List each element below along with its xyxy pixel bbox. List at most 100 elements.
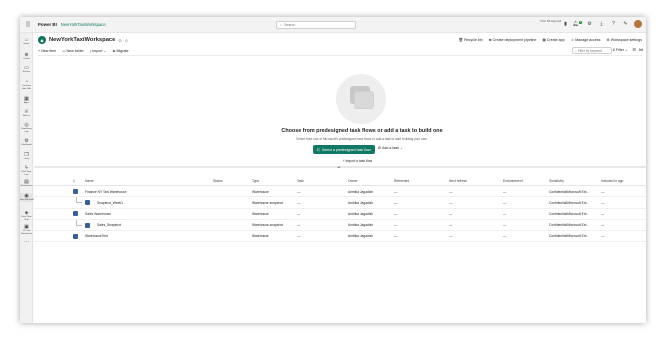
item-included: — (601, 212, 605, 217)
rail-label: Learn (23, 158, 30, 160)
brand-name[interactable]: Power BI (38, 22, 57, 27)
table-row[interactable]: Sales Warehouse Warehouse — Ambika Jagad… (34, 209, 646, 220)
column-header-included[interactable]: Included in app (601, 179, 623, 183)
item-name[interactable]: WarehouseTest (85, 234, 108, 238)
manage-access-button[interactable]: ☺ Manage access (571, 38, 601, 42)
app-window: ⠿ Power BI NewYorkTaxiWorkspace ⌕ Search… (20, 17, 646, 323)
import-task-flow-link[interactable]: ⤒ Import a task flow (343, 159, 372, 163)
page-title: NewYorkTaxiWorkspace (49, 37, 116, 43)
warehouse-icon (73, 211, 78, 217)
item-type: Warehouse (252, 189, 269, 194)
avatar[interactable] (634, 20, 642, 28)
item-sensitivity: Confidential\Microsoft Ext... (549, 189, 590, 194)
item-task: — (297, 234, 301, 239)
item-type: Warehouse (252, 212, 269, 217)
rail-label: Real-Time hub (21, 171, 32, 176)
rail-item-monitoring[interactable]: ◎ Monitoring hub (20, 122, 33, 133)
bell-icon[interactable]: 🔔︎ 1 (573, 20, 583, 28)
workspace-settings-button[interactable]: ⚙ Workspace settings (606, 38, 642, 42)
rail-item-workloads[interactable]: ⚙ Workloads (20, 138, 33, 147)
snapshot-icon (85, 222, 90, 228)
item-owner: Ambika Jagadish (348, 234, 374, 239)
rail-item-realtime-hub[interactable]: ◈ Real-Time Hub (20, 210, 33, 221)
panel-icon[interactable]: ▮ (562, 20, 569, 28)
column-header-status[interactable]: Status (213, 179, 222, 183)
table-row[interactable]: Snapshot_Week1 Warehouse snapshot — Ambi… (34, 197, 646, 209)
item-refreshed: — (394, 234, 398, 239)
item-refreshed: — (394, 223, 398, 228)
column-header-endorsement[interactable]: Endorsement (503, 179, 523, 183)
rail-item-metrics[interactable]: ♕ Metrics (20, 109, 33, 118)
new-item-button[interactable]: + New item (38, 49, 56, 53)
app-launcher-icon[interactable]: ⠿ (20, 17, 36, 33)
item-name[interactable]: Finance NY Taxi Warehouse (85, 190, 127, 194)
rail-label: Metrics (22, 115, 31, 117)
table-row[interactable]: WarehouseTest Warehouse — Ambika Jagadis… (34, 231, 646, 243)
table-row[interactable]: Finance NY Taxi Warehouse Warehouse — Am… (34, 186, 646, 198)
rail-item-workspaces[interactable]: ▤ Workspaces (20, 179, 33, 188)
migrate-button[interactable]: ⇋ Migrate (112, 49, 128, 53)
rail-item-datahub[interactable]: ◔ OneLake data hub (20, 79, 33, 90)
item-name[interactable]: Sales Warehouse (85, 212, 111, 216)
item-name[interactable]: Sales_Snapshot (97, 223, 121, 227)
column-header-next-refresh[interactable]: Next refresh (449, 179, 467, 183)
column-header-name[interactable]: Name (85, 179, 94, 183)
lineage-view-icon[interactable]: ⋈ (639, 47, 643, 52)
table-row[interactable]: Sales_Snapshot Warehouse snapshot — Ambi… (34, 219, 646, 231)
rail-item-current-workspace[interactable]: ◉ NewYorkTaxiWorkspace (20, 193, 44, 202)
item-sensitivity: Confidential\Microsoft Ext... (549, 212, 590, 217)
main-content: ◉ NewYorkTaxiWorkspace ⊙ ◇ 🗑︎ Recycle bin… (34, 33, 646, 323)
rail-item-home[interactable]: ⌂ Home (20, 37, 33, 46)
workspace-header: ◉ NewYorkTaxiWorkspace ⊙ ◇ (38, 36, 128, 44)
import-icon: ⤒ (343, 159, 345, 163)
column-header-type[interactable]: Type (252, 179, 259, 183)
drag-handle-icon[interactable]: ▴▾ (334, 165, 344, 169)
rail-item-browse[interactable]: ▭ Browse (20, 65, 33, 74)
new-folder-button[interactable]: ▭ New folder (62, 49, 84, 53)
download-icon[interactable]: ⤓ (598, 20, 605, 28)
topbar-icons: ▮ 🔔︎ 1 ⚙ ⤓ ? ✎ (562, 20, 642, 28)
import-button[interactable]: ⤓ Import ⌄ (90, 49, 107, 53)
column-header-sensitivity[interactable]: Sensitivity (549, 179, 564, 183)
item-included: — (601, 200, 605, 205)
import-task-flow-label: Import a task flow (345, 159, 373, 163)
column-header-refreshed[interactable]: Refreshed (394, 179, 409, 183)
rail-item-realtime[interactable]: ϟ Real-Time hub (20, 165, 33, 176)
items-table: ▯ Name Status Type Task Owner Refreshed … (34, 175, 646, 243)
diamond-icon[interactable]: ◇ (125, 38, 128, 43)
warehouse-icon (73, 188, 78, 194)
select-task-flow-button[interactable]: ⎘ Select a predesigned task flow (313, 145, 375, 154)
gear-icon[interactable]: ⚙ (586, 20, 593, 28)
breadcrumb[interactable]: NewYorkTaxiWorkspace (61, 22, 106, 27)
rail-item-learn[interactable]: ❐ Learn (20, 152, 33, 161)
panel-splitter[interactable]: ▴▾ (34, 165, 646, 169)
create-app-button[interactable]: ▦ Create app (542, 38, 564, 42)
rail-item-create[interactable]: ⊕ Create (20, 52, 33, 61)
list-view-icon[interactable]: ☰ (632, 47, 636, 52)
create-pipeline-button[interactable]: ⇆ Create deployment pipeline (489, 38, 537, 42)
item-type: Warehouse snapshot (252, 223, 284, 228)
filter-keyword-input[interactable]: ⌕ Filter by keyword (572, 47, 612, 54)
search-input[interactable]: ⌕ Search (276, 21, 356, 29)
item-endorsement: — (503, 189, 507, 194)
item-sensitivity: Confidential\Microsoft Ext... (549, 234, 590, 239)
trial-status: Trial: 58 days left (540, 19, 561, 23)
feedback-icon[interactable]: ✎ (622, 20, 629, 28)
rail-item-more[interactable]: ··· (20, 239, 33, 245)
rail-item-ny-warehouse[interactable]: ▣ NY Taxi Warehouse (20, 224, 33, 235)
item-sensitivity: Confidential\Microsoft Ext... (549, 223, 590, 228)
rail-label: Apps (24, 102, 29, 104)
filter-button[interactable]: ⊻ Filter ⌄ (612, 48, 628, 52)
column-header-owner[interactable]: Owner (348, 179, 358, 183)
column-header-task[interactable]: Task (297, 179, 304, 183)
task-flow-illustration (336, 74, 386, 124)
rail-item-apps[interactable]: ▦ Apps (20, 96, 33, 105)
rail-label: NewYorkTaxiWorkspace (20, 199, 44, 201)
workspace-info-icon[interactable]: ⊙ (118, 38, 121, 43)
notification-badge: 1 (578, 20, 583, 24)
recycle-bin-button[interactable]: 🗑︎ Recycle bin (459, 38, 483, 42)
item-endorsement: — (503, 200, 507, 205)
help-icon[interactable]: ? (610, 20, 617, 28)
add-task-button[interactable]: ⊞ Add a task ⌄ (378, 146, 403, 150)
item-name[interactable]: Snapshot_Week1 (97, 201, 123, 205)
